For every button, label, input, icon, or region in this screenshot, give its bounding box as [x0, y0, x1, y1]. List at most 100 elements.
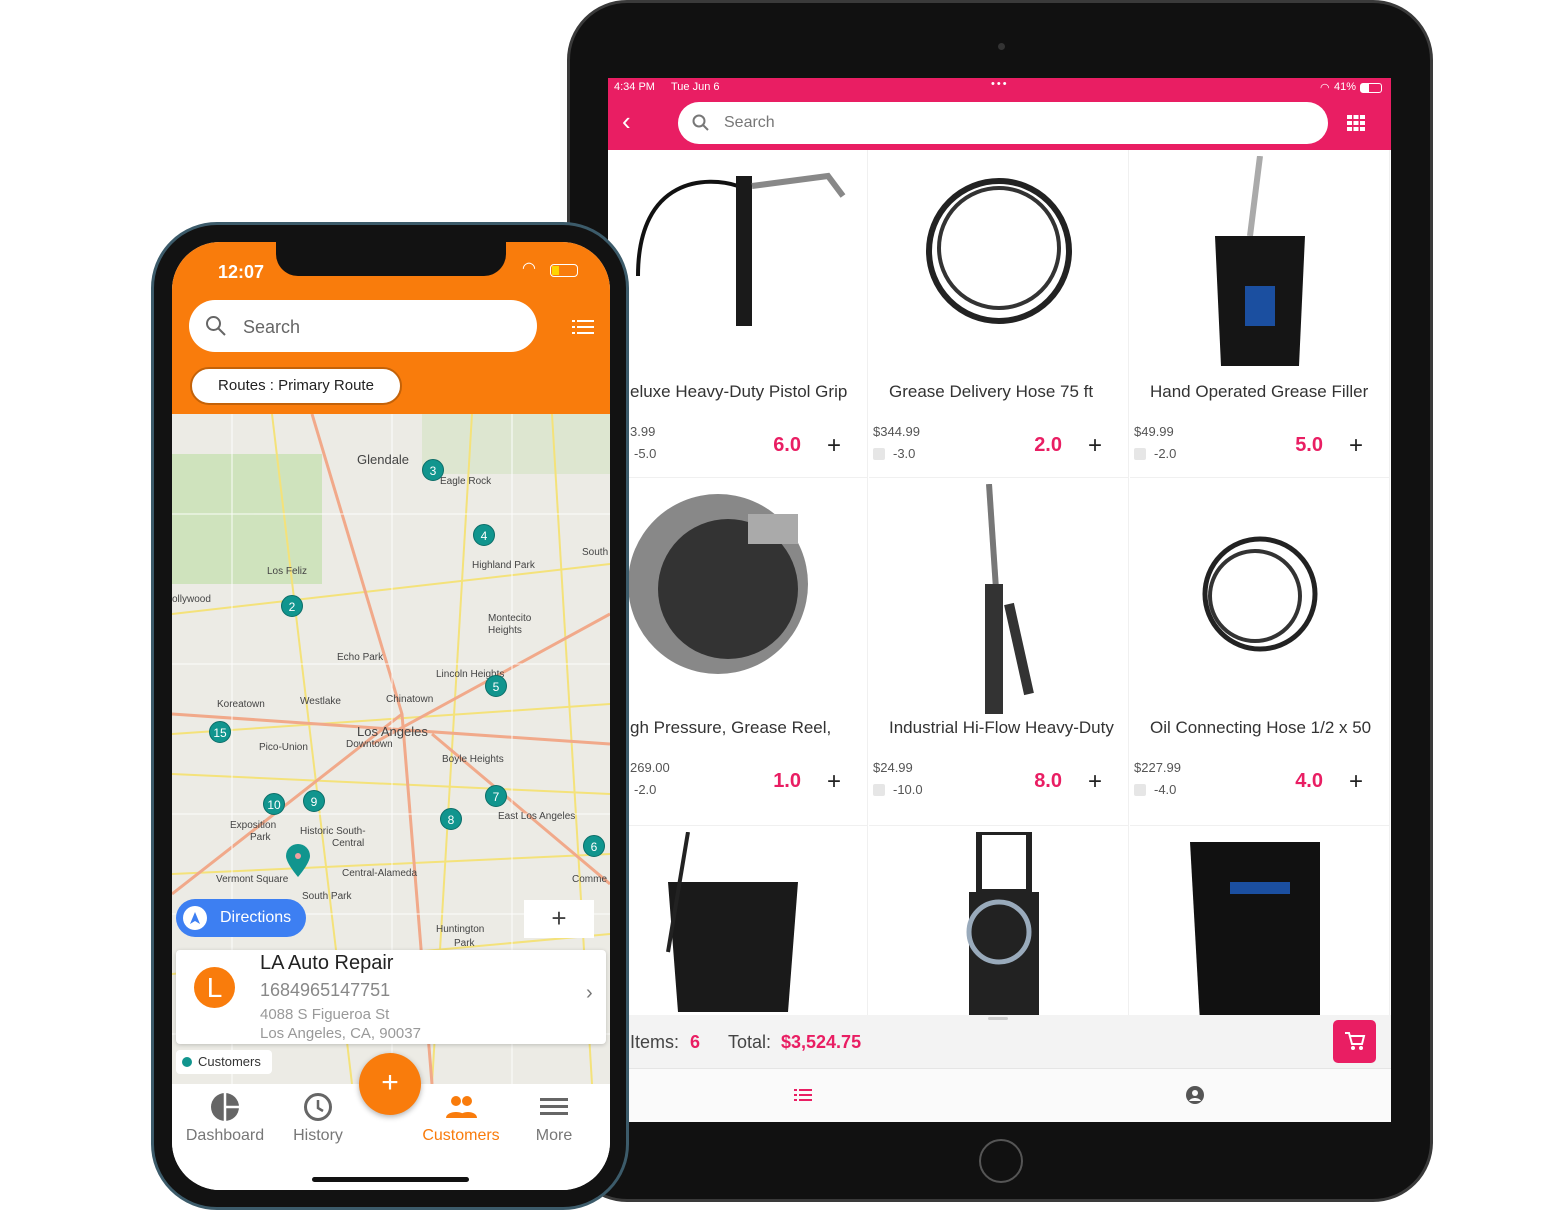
add-quantity-button[interactable]: + [827, 768, 841, 796]
account-icon[interactable] [1185, 1085, 1205, 1105]
stock-value: -2.0 [634, 782, 657, 797]
tablet-screen: 4:34 PM Tue Jun 6 ••• ◠ 41% ‹ Search elu… [608, 78, 1391, 1122]
product-price: $227.99 [1134, 760, 1181, 775]
stock-value: -2.0 [1154, 446, 1177, 461]
map-marker[interactable]: 10 [263, 793, 285, 815]
phone-screen: 12:07 ◠ Search Routes : Primary Route Gl… [172, 242, 610, 1190]
product-quantity[interactable]: 5.0 [1295, 434, 1323, 457]
customer-card[interactable]: L LA Auto Repair 1684965147751 4088 S Fi… [176, 950, 606, 1044]
status-bar: 4:34 PM Tue Jun 6 ••• ◠ 41% [608, 78, 1391, 98]
product-card[interactable] [1130, 826, 1390, 1016]
map-marker[interactable]: 2 [281, 595, 303, 617]
chevron-right-icon: › [586, 982, 593, 1004]
product-card[interactable]: gh Pressure, Grease Reel, 269.00 -2.0 1.0 + [608, 478, 868, 826]
map-marker[interactable]: 5 [485, 675, 507, 697]
grid-view-icon[interactable] [1347, 115, 1365, 131]
map[interactable]: Glendale Eagle Rock Highland Park Los Feliz… [172, 414, 610, 1084]
product-image [1190, 842, 1320, 1015]
tab-history[interactable]: History [268, 1092, 368, 1145]
directions-button[interactable]: Directions [176, 899, 306, 937]
home-button[interactable] [979, 1139, 1023, 1183]
zoom-in-button[interactable]: + [524, 900, 594, 938]
stock-checkbox[interactable] [873, 784, 885, 796]
stock-checkbox[interactable] [1134, 448, 1146, 460]
product-price: 3.99 [630, 424, 656, 439]
menu-icon [540, 1098, 568, 1115]
product-price: 269.00 [630, 760, 670, 775]
map-marker[interactable]: 8 [440, 808, 462, 830]
map-label: Heights [488, 625, 522, 636]
map-marker[interactable]: 6 [583, 835, 605, 857]
drag-handle[interactable] [988, 1017, 1008, 1020]
product-price: $344.99 [873, 424, 920, 439]
map-label: Eagle Rock [440, 476, 492, 487]
add-quantity-button[interactable]: + [827, 432, 841, 460]
list-view-icon[interactable] [572, 319, 594, 335]
cart-button[interactable] [1333, 1020, 1376, 1063]
total-value: $3,524.75 [781, 1032, 862, 1052]
tab-dashboard[interactable]: Dashboard [175, 1092, 275, 1145]
product-card[interactable]: Oil Connecting Hose 1/2 x 50 $227.99 -4.0 4… [1130, 478, 1390, 826]
product-image [985, 484, 1034, 714]
product-image [926, 178, 1072, 324]
stock-checkbox[interactable] [1134, 784, 1146, 796]
map-label: Downtown [346, 739, 393, 750]
add-quantity-button[interactable]: + [1349, 432, 1363, 460]
add-quantity-button[interactable]: + [1349, 768, 1363, 796]
map-label: Los Angeles [357, 724, 428, 739]
tab-label: History [293, 1127, 343, 1144]
product-card[interactable]: Grease Delivery Hose 75 ft $344.99 -3.0 2.0… [869, 150, 1129, 478]
map-marker[interactable]: 4 [473, 524, 495, 546]
product-image [966, 832, 1039, 1015]
product-card[interactable] [608, 826, 868, 1016]
map-label: Highland Park [472, 560, 535, 571]
search-input[interactable]: Search [678, 102, 1328, 144]
list-icon[interactable] [794, 1088, 812, 1102]
map-label: Westlake [300, 696, 341, 707]
search-placeholder: Search [724, 114, 775, 131]
product-name: Oil Connecting Hose 1/2 x 50 [1150, 718, 1372, 737]
search-input[interactable]: Search [189, 300, 537, 352]
stock-value: -5.0 [634, 446, 657, 461]
map-label: Los Feliz [267, 566, 308, 577]
product-quantity[interactable]: 8.0 [1034, 770, 1062, 793]
tab-customers[interactable]: Customers [411, 1092, 511, 1145]
map-marker[interactable]: 7 [485, 785, 507, 807]
product-image [1202, 536, 1318, 652]
stock-checkbox[interactable] [873, 448, 885, 460]
product-quantity[interactable]: 6.0 [773, 434, 801, 457]
route-selector[interactable]: Routes : Primary Route [190, 367, 402, 405]
tab-label: More [535, 1127, 573, 1144]
product-card[interactable]: Industrial Hi-Flow Heavy-Duty $24.99 -10.0… [869, 478, 1129, 826]
map-marker[interactable]: 3 [422, 459, 444, 481]
map-marker[interactable]: 15 [209, 721, 231, 743]
stock-value: -4.0 [1154, 782, 1177, 797]
map-label: East Los Angeles [498, 811, 576, 822]
product-card[interactable]: eluxe Heavy-Duty Pistol Grip 3.99 -5.0 6.0 + [608, 150, 868, 478]
product-quantity[interactable]: 1.0 [773, 770, 801, 793]
map-label: Historic South- [300, 826, 366, 837]
map-marker[interactable]: 9 [303, 790, 325, 812]
notch [276, 242, 506, 276]
product-image [628, 494, 808, 674]
selected-location-pin[interactable] [285, 844, 311, 878]
back-icon[interactable]: ‹ [622, 106, 631, 137]
add-quantity-button[interactable]: + [1088, 768, 1102, 796]
stock-value: -10.0 [893, 782, 923, 797]
product-stock: -5.0 [634, 446, 656, 461]
add-quantity-button[interactable]: + [1088, 432, 1102, 460]
product-card[interactable]: Hand Operated Grease Filler $49.99 -2.0 5.0… [1130, 150, 1390, 478]
product-quantity[interactable]: 2.0 [1034, 434, 1062, 457]
customer-address-line2: Los Angeles, CA, 90037 [260, 1025, 421, 1042]
map-label: South [582, 547, 609, 558]
map-label: Comme [572, 874, 608, 885]
product-quantity[interactable]: 4.0 [1295, 770, 1323, 793]
tablet-tab-bar [608, 1068, 1391, 1122]
wifi-icon: ◠ [522, 260, 536, 277]
tab-more[interactable]: More [504, 1092, 604, 1145]
map-label: Echo Park [337, 652, 384, 663]
product-image [1215, 156, 1305, 366]
items-label: Items: [630, 1032, 680, 1052]
product-card[interactable] [869, 826, 1129, 1016]
add-fab-button[interactable]: + [359, 1053, 421, 1115]
